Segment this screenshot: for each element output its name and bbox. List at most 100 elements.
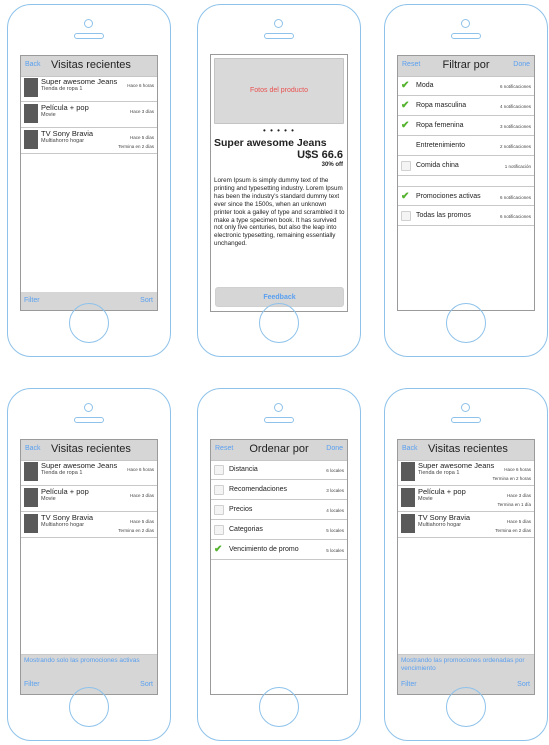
- nav-bar: Back Visitas recientes: [21, 56, 157, 77]
- list-item[interactable]: TV Sony Bravia Multiahorro hogar Hace 5 …: [398, 512, 534, 538]
- option-count: 6 locales: [326, 468, 344, 473]
- list-item[interactable]: TV Sony Bravia Multiahorro hogar Hace 5 …: [21, 128, 157, 154]
- product-thumbnail: [24, 488, 38, 507]
- option-count: 5 locales: [326, 548, 344, 553]
- checkbox-icon: [214, 525, 224, 535]
- phone-filter: Reset Filtrar por Done ✔ Moda 6 notifica…: [384, 4, 548, 357]
- option-label: Entretenimiento: [416, 142, 466, 149]
- list-item[interactable]: Película + pop Movie Hace 3 días: [21, 102, 157, 128]
- checkbox-icon: [214, 485, 224, 495]
- option-label: Promociones activas: [416, 193, 481, 200]
- speaker-icon: [451, 33, 481, 39]
- list-item[interactable]: Película + pop Movie Hace 3 días: [21, 486, 157, 512]
- screen-visits-sorted: Back Visitas recientes Super awesome Jea…: [397, 439, 535, 695]
- item-time: Hace 5 días: [129, 135, 154, 140]
- item-ends: Termina en 1 día: [497, 502, 531, 507]
- list-item[interactable]: Super awesome Jeans Tienda de ropa 1 Hac…: [398, 460, 534, 486]
- home-button-icon[interactable]: [259, 687, 299, 727]
- product-thumbnail: [24, 78, 38, 97]
- checkbox-icon: [214, 465, 224, 475]
- filter-button[interactable]: Filter: [24, 297, 40, 304]
- filter-option[interactable]: Entretenimiento 2 notificaciones: [398, 136, 534, 156]
- camera-icon: [274, 403, 283, 412]
- product-thumbnail: [24, 514, 38, 533]
- list-item[interactable]: Película + pop Movie Hace 3 días Termina…: [398, 486, 534, 512]
- speaker-icon: [264, 33, 294, 39]
- product-photos[interactable]: Fotos del producto: [214, 58, 344, 124]
- list-item[interactable]: Super awesome Jeans Tienda de ropa 1 Hac…: [21, 76, 157, 102]
- speaker-icon: [264, 417, 294, 423]
- list-item[interactable]: TV Sony Bravia Multiahorro hogar Hace 5 …: [21, 512, 157, 538]
- option-count: 6 notificaciones: [499, 195, 531, 200]
- info-banner: Mostrando las promociones ordenadas por …: [398, 654, 534, 676]
- sort-button[interactable]: Sort: [517, 681, 530, 688]
- home-button-icon[interactable]: [69, 687, 109, 727]
- sort-option[interactable]: Precios 4 locales: [211, 500, 347, 520]
- home-button-icon[interactable]: [446, 303, 486, 343]
- product-thumbnail: [24, 130, 38, 149]
- item-time: Hace 6 horas: [127, 467, 154, 472]
- sort-option[interactable]: Recomendaciones 3 locales: [211, 480, 347, 500]
- item-store: Movie: [418, 496, 433, 502]
- item-name: Película + pop: [41, 487, 89, 496]
- sort-button[interactable]: Sort: [140, 681, 153, 688]
- option-label: Ropa femenina: [416, 122, 464, 129]
- item-store: Tienda de ropa 1: [418, 470, 460, 476]
- sort-button[interactable]: Sort: [140, 297, 153, 304]
- done-button[interactable]: Done: [326, 445, 343, 452]
- filter-button[interactable]: Filter: [24, 681, 40, 688]
- checkbox-icon: [401, 211, 411, 221]
- option-count: 3 locales: [326, 488, 344, 493]
- item-store: Tienda de ropa 1: [41, 470, 83, 476]
- item-name: Super awesome Jeans: [41, 461, 118, 470]
- sort-option[interactable]: Distancia 6 locales: [211, 460, 347, 480]
- option-label: Distancia: [229, 466, 258, 473]
- screen-product: Fotos del producto • • • • • Super aweso…: [210, 54, 348, 312]
- filter-button[interactable]: Filter: [401, 681, 417, 688]
- nav-bar: Reset Ordenar por Done: [211, 440, 347, 461]
- screen-visits-active: Back Visitas recientes Super awesome Jea…: [20, 439, 158, 695]
- product-discount: 30% off: [321, 162, 343, 168]
- done-button[interactable]: Done: [513, 61, 530, 68]
- product-price: U$S 66.6: [297, 149, 343, 161]
- photo-pager-dots[interactable]: • • • • •: [211, 126, 347, 135]
- item-name: TV Sony Bravia: [41, 129, 94, 138]
- feedback-label: Feedback: [263, 294, 296, 301]
- filter-option[interactable]: Comida china 1 notificación: [398, 156, 534, 176]
- back-button[interactable]: Back: [402, 445, 418, 452]
- list-item[interactable]: Super awesome Jeans Tienda de ropa 1 Hac…: [21, 460, 157, 486]
- nav-bar: Reset Filtrar por Done: [398, 56, 534, 77]
- camera-icon: [461, 403, 470, 412]
- item-store: Movie: [41, 112, 56, 118]
- home-button-icon[interactable]: [69, 303, 109, 343]
- sort-option[interactable]: Categorias 5 locales: [211, 520, 347, 540]
- nav-bar: Back Visitas recientes: [21, 440, 157, 461]
- item-name: Película + pop: [41, 103, 89, 112]
- filter-option[interactable]: ✔ Ropa femenina 3 notificaciones: [398, 116, 534, 136]
- check-icon: ✔: [401, 100, 410, 111]
- filter-option[interactable]: ✔ Moda 6 notificaciones: [398, 76, 534, 96]
- sort-option[interactable]: ✔ Vencimiento de promo 5 locales: [211, 540, 347, 560]
- back-button[interactable]: Back: [25, 445, 41, 452]
- item-time: Hace 5 días: [129, 519, 154, 524]
- nav-bar: Back Visitas recientes: [398, 440, 534, 461]
- checkbox-icon: [401, 161, 411, 171]
- filter-option[interactable]: Todas las promos 6 notificaciones: [398, 206, 534, 226]
- item-ends: Termina en 2 días: [118, 528, 154, 533]
- check-icon: ✔: [401, 191, 410, 202]
- option-count: 6 notificaciones: [499, 84, 531, 89]
- item-name: Super awesome Jeans: [41, 77, 118, 86]
- phone-product: Fotos del producto • • • • • Super aweso…: [197, 4, 361, 357]
- home-button-icon[interactable]: [446, 687, 486, 727]
- back-button[interactable]: Back: [25, 61, 41, 68]
- product-name: Super awesome Jeans: [214, 137, 327, 149]
- home-button-icon[interactable]: [259, 303, 299, 343]
- check-icon: ✔: [214, 544, 223, 555]
- checkbox-icon: [214, 505, 224, 515]
- check-icon: ✔: [401, 80, 410, 91]
- filter-option[interactable]: ✔ Promociones activas 6 notificaciones: [398, 186, 534, 206]
- camera-icon: [84, 19, 93, 28]
- filter-option[interactable]: ✔ Ropa masculina 4 notificaciones: [398, 96, 534, 116]
- option-count: 4 notificaciones: [499, 104, 531, 109]
- phone-visits: Back Visitas recientes Super awesome Jea…: [7, 4, 171, 357]
